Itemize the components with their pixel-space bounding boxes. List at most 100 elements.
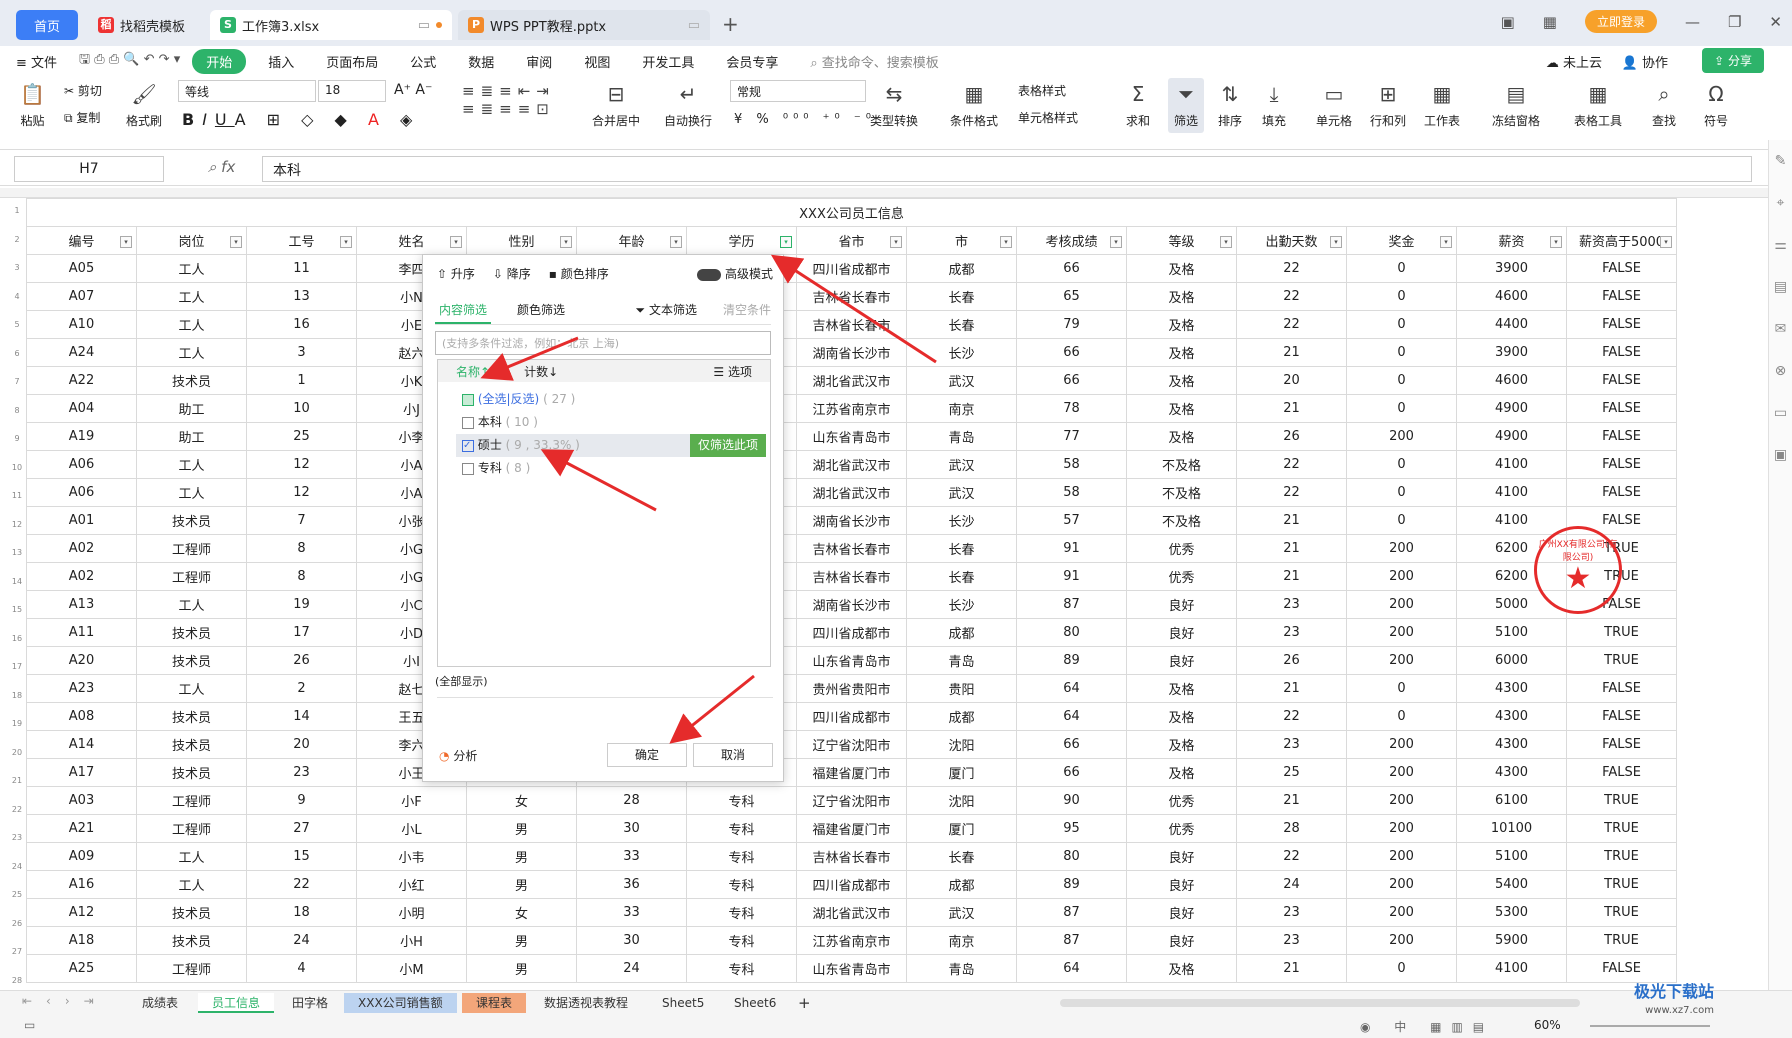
- table-cell[interactable]: 工人: [136, 870, 247, 899]
- table-cell[interactable]: 0: [1346, 394, 1457, 423]
- table-cell[interactable]: 良好: [1126, 646, 1237, 675]
- checkbox[interactable]: [462, 462, 474, 475]
- table-cell[interactable]: 及格: [1126, 422, 1237, 451]
- header-cell[interactable]: 市 ▾: [906, 226, 1017, 255]
- table-cell[interactable]: 技术员: [136, 646, 247, 675]
- table-cell[interactable]: 58: [1016, 478, 1127, 507]
- color-sort-button[interactable]: ▪ 颜色排序: [549, 265, 609, 282]
- table-cell[interactable]: 4300: [1456, 730, 1567, 759]
- table-cell[interactable]: 58: [1016, 450, 1127, 479]
- header-cell[interactable]: 考核成绩 ▾: [1016, 226, 1127, 255]
- format-painter-button[interactable]: 🖌 格式刷: [126, 82, 162, 129]
- table-cell[interactable]: 1: [246, 366, 357, 395]
- table-cell[interactable]: 21: [1236, 506, 1347, 535]
- header-cell[interactable]: 薪资高于5000 ▾: [1565, 226, 1678, 255]
- table-cell[interactable]: 26: [1236, 646, 1347, 675]
- sort-by-name[interactable]: 名称↑: [456, 363, 490, 380]
- table-cell[interactable]: 25: [1236, 758, 1347, 787]
- table-cell[interactable]: 0: [1346, 310, 1457, 339]
- checkbox[interactable]: [462, 416, 474, 429]
- filter-dropdown-icon[interactable]: ▾: [1550, 236, 1562, 248]
- formula-input[interactable]: 本科: [262, 156, 1752, 182]
- table-cell[interactable]: 技术员: [136, 730, 247, 759]
- table-cell[interactable]: 长春: [906, 842, 1017, 871]
- table-cell[interactable]: 6100: [1456, 786, 1567, 815]
- row-number[interactable]: 20: [8, 748, 26, 757]
- table-cell[interactable]: A21: [26, 814, 137, 843]
- row-number[interactable]: 10: [8, 463, 26, 472]
- header-cell[interactable]: 奖金 ▾: [1346, 226, 1457, 255]
- table-cell[interactable]: 22: [1236, 702, 1347, 731]
- table-cell[interactable]: A19: [26, 422, 137, 451]
- table-cell[interactable]: 3900: [1456, 338, 1567, 367]
- table-cell[interactable]: 长春: [906, 282, 1017, 311]
- table-cell[interactable]: 80: [1016, 618, 1127, 647]
- table-cell[interactable]: 4100: [1456, 506, 1567, 535]
- table-cell[interactable]: 200: [1346, 534, 1457, 563]
- table-cell[interactable]: A03: [26, 786, 137, 815]
- table-cell[interactable]: 工人: [136, 674, 247, 703]
- table-cell[interactable]: 15: [246, 842, 357, 871]
- menu-review[interactable]: 审阅: [510, 52, 568, 71]
- table-cell[interactable]: 良好: [1126, 842, 1237, 871]
- sheet-tab-employee[interactable]: 员工信息: [198, 993, 275, 1013]
- table-cell[interactable]: 技术员: [136, 702, 247, 731]
- table-cell[interactable]: 工人: [136, 590, 247, 619]
- table-cell[interactable]: 及格: [1126, 254, 1237, 283]
- table-cell[interactable]: 3: [246, 338, 357, 367]
- sheet-tab-course[interactable]: 课程表: [462, 993, 527, 1013]
- table-cell[interactable]: 22: [1236, 478, 1347, 507]
- table-cell[interactable]: TRUE: [1565, 870, 1678, 899]
- table-cell[interactable]: 20: [1236, 366, 1347, 395]
- table-cell[interactable]: 工人: [136, 842, 247, 871]
- table-cell[interactable]: 长沙: [906, 506, 1017, 535]
- table-cell[interactable]: 4300: [1456, 674, 1567, 703]
- table-cell[interactable]: 200: [1346, 590, 1457, 619]
- filter-dropdown-icon[interactable]: ▾: [780, 236, 792, 248]
- table-cell[interactable]: FALSE: [1565, 422, 1678, 451]
- row-number[interactable]: 2: [8, 235, 26, 244]
- table-cell[interactable]: FALSE: [1565, 366, 1678, 395]
- table-cell[interactable]: 20: [246, 730, 357, 759]
- table-cell[interactable]: 福建省厦门市: [796, 814, 907, 843]
- table-cell[interactable]: A01: [26, 506, 137, 535]
- table-cell[interactable]: 22: [1236, 310, 1347, 339]
- table-cell[interactable]: 80: [1016, 842, 1127, 871]
- table-cell[interactable]: 南京: [906, 394, 1017, 423]
- close-icon[interactable]: ✕: [1769, 13, 1782, 31]
- find-button[interactable]: ⌕ 查找: [1652, 82, 1676, 129]
- table-cell[interactable]: 33: [576, 842, 687, 871]
- table-cell[interactable]: 36: [576, 870, 687, 899]
- table-cell[interactable]: 小红: [356, 870, 467, 899]
- filter-item-master[interactable]: ✓ 硕士 ( 9 , 33.3% ) 仅筛选此项: [456, 434, 766, 457]
- sheet-tab-scores[interactable]: 成绩表: [128, 993, 192, 1013]
- table-cell[interactable]: 64: [1016, 954, 1127, 983]
- filter-dropdown-icon[interactable]: ▾: [1440, 236, 1452, 248]
- table-cell[interactable]: 成都: [906, 254, 1017, 283]
- table-cell[interactable]: 助工: [136, 394, 247, 423]
- cell-button[interactable]: ▭ 单元格: [1316, 82, 1352, 129]
- sheet-tab-grid[interactable]: 田字格: [278, 993, 342, 1013]
- filter-dropdown-icon[interactable]: ▾: [120, 236, 132, 248]
- table-cell[interactable]: 及格: [1126, 338, 1237, 367]
- table-cell[interactable]: 成都: [906, 702, 1017, 731]
- table-cell[interactable]: 厦门: [906, 758, 1017, 787]
- row-number[interactable]: 18: [8, 691, 26, 700]
- font-style-buttons[interactable]: BIUA ⊞ ◇ ◆ A ◈: [182, 110, 420, 129]
- clear-condition-button[interactable]: 清空条件: [723, 301, 771, 324]
- row-number[interactable]: 17: [8, 662, 26, 671]
- tab-template[interactable]: 稻找稻壳模板: [88, 10, 206, 40]
- header-cell[interactable]: 学历 ▾: [686, 226, 797, 255]
- table-cell[interactable]: A06: [26, 478, 137, 507]
- cell-style-button[interactable]: 单元格样式: [1018, 109, 1078, 126]
- table-cell[interactable]: FALSE: [1565, 758, 1678, 787]
- table-cell[interactable]: 工人: [136, 450, 247, 479]
- table-cell[interactable]: 及格: [1126, 758, 1237, 787]
- table-cell[interactable]: A08: [26, 702, 137, 731]
- table-cell[interactable]: 13: [246, 282, 357, 311]
- table-cell[interactable]: 厦门: [906, 814, 1017, 843]
- table-cell[interactable]: 66: [1016, 366, 1127, 395]
- fx-icon[interactable]: ⌕ fx: [208, 158, 235, 176]
- table-cell[interactable]: 0: [1346, 282, 1457, 311]
- table-cell[interactable]: 湖北省武汉市: [796, 366, 907, 395]
